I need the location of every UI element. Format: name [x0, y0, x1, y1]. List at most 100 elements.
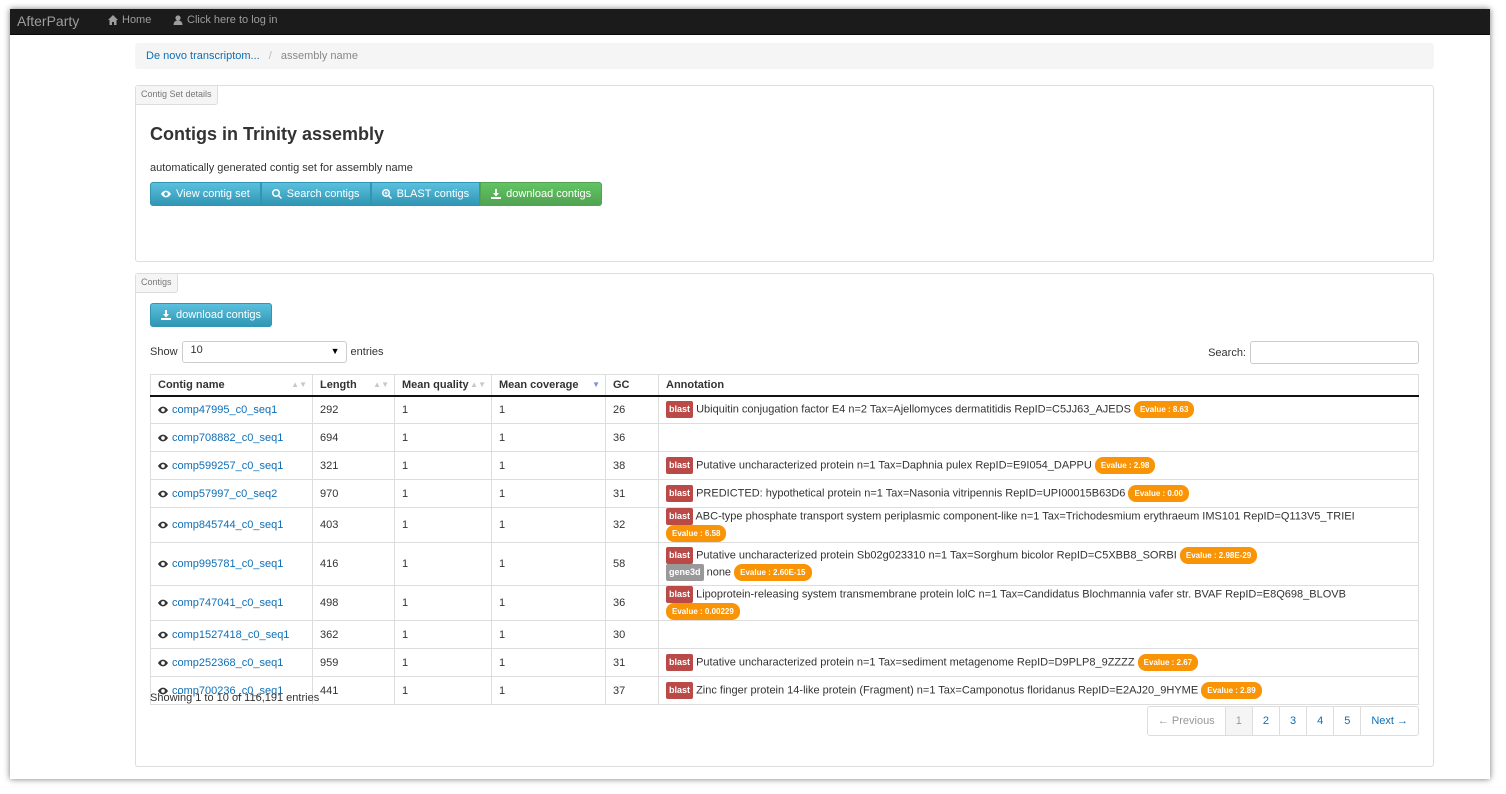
entries-select[interactable]: 10 ▼: [181, 341, 347, 363]
contigs-table-body: comp47995_c0_seq1 292 1 1 26 blast Ubiquitin …: [150, 395, 1419, 705]
page-length-control: Show 10 ▼ entries: [150, 341, 384, 363]
search-input[interactable]: [1250, 341, 1419, 364]
cell-gc: 38: [605, 451, 659, 480]
entries-select-value: 10: [190, 344, 203, 356]
pagination-previous[interactable]: ← Previous: [1148, 707, 1226, 735]
contig-link[interactable]: comp995781_c0_seq1: [172, 558, 283, 570]
nav-login[interactable]: Click here to log in: [173, 14, 278, 26]
annotation-entry: blast Putative uncharacterized protein n…: [666, 457, 1411, 474]
search-contigs-label: Search contigs: [286, 188, 360, 200]
view-contig-set-button[interactable]: View contig set: [150, 182, 261, 206]
cell-gc: 26: [605, 395, 659, 424]
cell-mean-coverage: 1: [491, 648, 606, 677]
eye-icon[interactable]: [158, 406, 168, 414]
eye-icon[interactable]: [158, 599, 168, 607]
contigs-table: Contig name ▲▼ Length ▲▼ Mean quality ▲▼ Me…: [150, 374, 1419, 705]
download-contigs-button[interactable]: download contigs: [480, 182, 603, 206]
pagination-next[interactable]: Next →: [1361, 707, 1418, 735]
column-header-gc[interactable]: GC: [605, 374, 659, 397]
eye-icon[interactable]: [158, 631, 168, 639]
brand-logo[interactable]: AfterParty: [17, 13, 79, 29]
contig-link[interactable]: comp708882_c0_seq1: [172, 432, 283, 444]
column-header-label: Contig name: [158, 378, 225, 391]
cell-annotation: [658, 423, 1419, 452]
table-info: Showing 1 to 10 of 116,191 entries: [150, 692, 320, 704]
contig-link[interactable]: comp57997_c0_seq2: [172, 488, 277, 500]
contig-link[interactable]: comp747041_c0_seq1: [172, 597, 283, 609]
pagination-page-5[interactable]: 5: [1334, 707, 1362, 735]
cell-length: 362: [312, 620, 395, 649]
pagination-page-3[interactable]: 3: [1280, 707, 1308, 735]
column-header-label: Mean quality: [402, 378, 469, 391]
cell-annotation: blast Putative uncharacterized protein S…: [658, 542, 1419, 586]
cell-annotation: blast Ubiquitin conjugation factor E4 n=…: [658, 395, 1419, 424]
eye-icon[interactable]: [158, 521, 168, 529]
contig-link[interactable]: comp599257_c0_seq1: [172, 460, 283, 472]
evalue-badge: Evalue : 2.67: [1137, 654, 1199, 671]
table-row: comp47995_c0_seq1 292 1 1 26 blast Ubiquitin …: [150, 395, 1419, 424]
browser-window: AfterParty Home Click here to log in De …: [10, 9, 1490, 779]
pagination: ← Previous 1 2 3 4 5 Next →: [1146, 706, 1419, 736]
view-contig-set-label: View contig set: [176, 188, 250, 200]
pagination-page-4[interactable]: 4: [1307, 707, 1335, 735]
panel-tab-contigs: Contigs: [136, 274, 178, 293]
page-subtitle: automatically generated contig set for a…: [150, 162, 413, 174]
download-contigs-label: download contigs: [506, 188, 592, 200]
table-row: comp1527418_c0_seq1 362 1 1 30: [150, 620, 1419, 649]
column-header-annotation[interactable]: Annotation: [658, 374, 1419, 397]
column-header-mean-quality[interactable]: Mean quality ▲▼: [394, 374, 492, 397]
eye-icon[interactable]: [158, 490, 168, 498]
download-contigs-table-button[interactable]: download contigs: [150, 303, 273, 327]
download-icon: [161, 310, 171, 320]
annotation-entry: blast PREDICTED: hypothetical protein n=…: [666, 485, 1411, 502]
annotation-source-label: blast: [666, 654, 694, 671]
cell-annotation: blast Zinc finger protein 14-like protei…: [658, 676, 1419, 705]
column-header-contig-name[interactable]: Contig name ▲▼: [150, 374, 313, 397]
cell-annotation: blast Putative uncharacterized protein n…: [658, 648, 1419, 677]
contig-set-details-panel: Contig Set details Contigs in Trinity as…: [135, 85, 1434, 262]
table-search: Search:: [1208, 341, 1419, 364]
contig-link[interactable]: comp252368_c0_seq1: [172, 657, 283, 669]
annotation-text: Putative uncharacterized protein n=1 Tax…: [696, 656, 1135, 669]
table-row: comp57997_c0_seq2 970 1 1 31 blast PREDICTED:…: [150, 479, 1419, 508]
cell-mean-quality: 1: [394, 620, 492, 649]
annotation-text: none: [706, 566, 732, 579]
annotation-entry: blast Putative uncharacterized protein n…: [666, 654, 1411, 671]
nav-home[interactable]: Home: [108, 14, 151, 26]
table-row: comp845744_c0_seq1 403 1 1 32 blast ABC-type …: [150, 507, 1419, 543]
eye-icon[interactable]: [158, 462, 168, 470]
pagination-page-1[interactable]: 1: [1225, 707, 1253, 735]
annotation-entry: gene3d none Evalue : 2.60E-15: [666, 564, 1411, 581]
cell-mean-coverage: 1: [491, 479, 606, 508]
blast-contigs-button[interactable]: BLAST contigs: [370, 182, 481, 206]
eye-icon[interactable]: [158, 560, 168, 568]
table-row: comp252368_c0_seq1 959 1 1 31 blast Putative …: [150, 648, 1419, 677]
eye-icon[interactable]: [158, 659, 168, 667]
cell-gc: 37: [605, 676, 659, 705]
annotation-entry: blast Putative uncharacterized protein S…: [666, 547, 1411, 564]
contig-link[interactable]: comp845744_c0_seq1: [172, 519, 283, 531]
cell-mean-quality: 1: [394, 395, 492, 424]
breadcrumb-separator: /: [268, 50, 272, 62]
breadcrumb-parent-link[interactable]: De novo transcriptom...: [146, 50, 260, 62]
table-row: comp599257_c0_seq1 321 1 1 38 blast Putative …: [150, 451, 1419, 480]
column-header-length[interactable]: Length ▲▼: [312, 374, 395, 397]
annotation-source-label: gene3d: [666, 564, 704, 581]
cell-annotation: [658, 620, 1419, 649]
annotation-source-label: blast: [666, 682, 694, 699]
annotation-entry: blast Ubiquitin conjugation factor E4 n=…: [666, 401, 1411, 419]
pagination-page-2[interactable]: 2: [1253, 707, 1280, 735]
column-header-mean-coverage[interactable]: Mean coverage ▼: [491, 374, 606, 397]
search-icon: [271, 189, 282, 199]
search-contigs-button[interactable]: Search contigs: [260, 182, 371, 206]
eye-icon[interactable]: [158, 434, 168, 442]
caret-down-icon: ▼: [330, 346, 340, 356]
cell-mean-coverage: 1: [491, 676, 606, 705]
breadcrumb: De novo transcriptom... / assembly name: [135, 43, 1434, 69]
contig-link[interactable]: comp1527418_c0_seq1: [172, 629, 289, 641]
cell-length: 498: [312, 585, 395, 621]
contig-link[interactable]: comp47995_c0_seq1: [172, 404, 277, 416]
cell-length: 403: [312, 507, 395, 543]
cell-mean-quality: 1: [394, 451, 492, 480]
annotation-source-label: blast: [666, 401, 694, 419]
